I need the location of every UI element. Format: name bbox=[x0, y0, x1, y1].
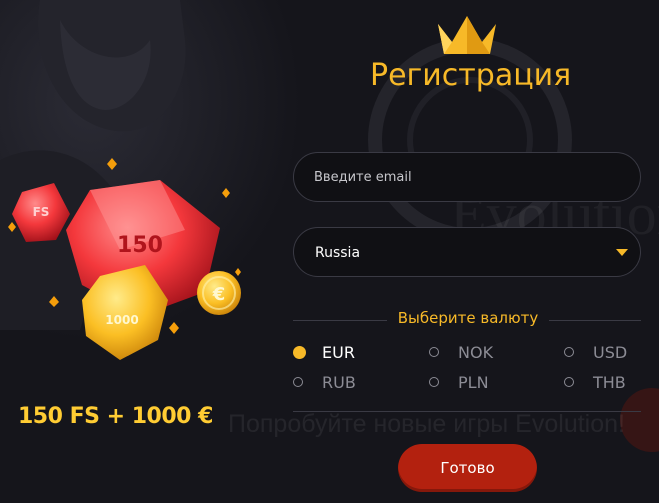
currency-title: Выберите валюту bbox=[397, 309, 539, 327]
email-field[interactable] bbox=[293, 152, 641, 202]
radio-thb[interactable] bbox=[564, 377, 574, 387]
submit-button[interactable]: Готово bbox=[398, 444, 537, 492]
radio-nok[interactable] bbox=[429, 347, 439, 357]
divider-bottom bbox=[293, 411, 641, 412]
currency-label: RUB bbox=[322, 373, 356, 392]
currency-label: EUR bbox=[322, 343, 355, 362]
divider-left bbox=[293, 320, 387, 321]
country-select[interactable]: Russia bbox=[293, 227, 641, 277]
gem-label-150: 150 bbox=[117, 233, 163, 258]
radio-pln[interactable] bbox=[429, 377, 439, 387]
currency-label: THB bbox=[593, 373, 626, 392]
radio-rub[interactable] bbox=[293, 377, 303, 387]
crown-icon bbox=[438, 16, 496, 54]
divider-right bbox=[549, 320, 641, 321]
email-input[interactable] bbox=[294, 153, 640, 201]
promo-background-text: Попробуйте новые игры Evolution! bbox=[228, 410, 625, 438]
currency-label: NOK bbox=[458, 343, 494, 362]
gem-label-1000: 1000 bbox=[105, 313, 138, 327]
currency-label: USD bbox=[593, 343, 628, 362]
bonus-text: 150 FS + 1000 € bbox=[18, 404, 213, 429]
radio-usd[interactable] bbox=[564, 347, 574, 357]
gem-label-fs: FS bbox=[33, 205, 50, 219]
country-value: Russia bbox=[315, 245, 361, 261]
chevron-down-icon[interactable] bbox=[616, 249, 628, 256]
currency-label: PLN bbox=[458, 373, 489, 392]
radio-eur[interactable] bbox=[293, 346, 306, 359]
gem-label-euro: € bbox=[212, 284, 226, 305]
registration-title: Регистрация bbox=[370, 58, 572, 93]
